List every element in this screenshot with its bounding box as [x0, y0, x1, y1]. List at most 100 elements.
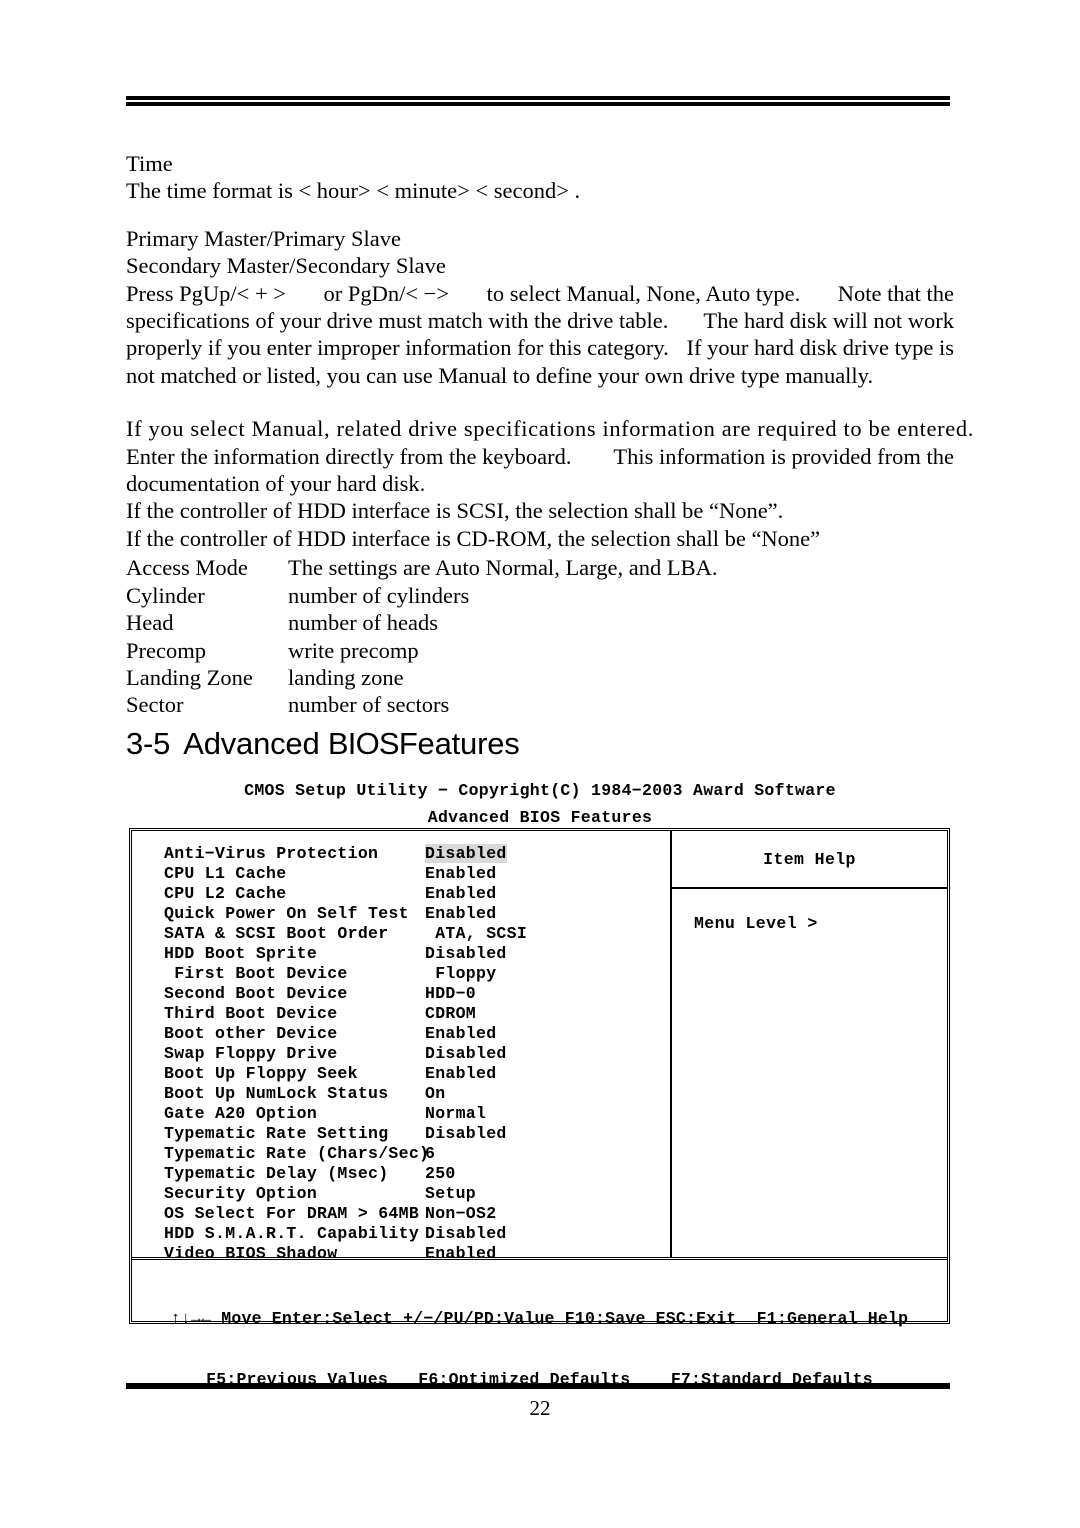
definition-description: write precomp	[288, 637, 419, 663]
definition-term: Cylinder	[126, 582, 205, 608]
bios-setting-row[interactable]: Swap Floppy Drive Disabled	[132, 1044, 670, 1064]
bios-setting-label: Second Boot Device	[164, 984, 348, 1003]
bios-setting-row[interactable]: CPU L2 Cache Enabled	[132, 884, 670, 904]
bios-setting-row[interactable]: Second Boot Device HDD−0	[132, 984, 670, 1004]
bios-setting-row[interactable]: Boot Up NumLock Status On	[132, 1084, 670, 1104]
bios-setting-value[interactable]: Enabled	[425, 1024, 670, 1044]
bios-setting-value[interactable]: Floppy	[425, 964, 670, 984]
bios-screen-body: Anti−Virus Protection Disabled CPU L1 Cach…	[132, 831, 947, 1263]
bios-setting-row[interactable]: Gate A20 Option Normal	[132, 1104, 670, 1124]
section-title-features: Features	[398, 726, 520, 761]
bios-setting-value[interactable]: Enabled	[425, 884, 670, 904]
time-format-line: The time format is < hour> < minute> < s…	[126, 178, 581, 204]
bios-setting-label: OS Select For DRAM > 64MB	[164, 1204, 420, 1223]
bios-setting-row[interactable]: Anti−Virus Protection Disabled	[132, 844, 670, 864]
bios-setting-value[interactable]: Disabled	[425, 1044, 670, 1064]
cdrom-note-line: If the controller of HDD interface is CD…	[126, 525, 821, 551]
page-number: 22	[529, 1396, 551, 1420]
body-prose: Time The time format is < hour> < minute…	[126, 150, 974, 719]
bios-setting-label: Typematic Rate Setting	[164, 1124, 389, 1143]
header-rule	[126, 96, 950, 106]
bios-setting-label: First Boot Device	[164, 964, 348, 983]
bios-setting-row[interactable]: Typematic Rate Setting Disabled	[132, 1124, 670, 1144]
bios-setting-value[interactable]: HDD−0	[425, 984, 670, 1004]
bios-setting-label: Gate A20 Option	[164, 1104, 318, 1123]
bios-setting-row[interactable]: Typematic Rate (Chars/Sec) 6	[132, 1144, 670, 1164]
bios-setting-label: Typematic Rate (Chars/Sec)	[164, 1144, 430, 1163]
section-number: 3-5	[126, 726, 171, 761]
definition-term: Sector	[126, 692, 184, 718]
menu-level-text: Menu Level >	[694, 914, 818, 933]
bios-setting-row[interactable]: Typematic Delay (Msec) 250	[132, 1164, 670, 1184]
bios-setting-label: Boot Up Floppy Seek	[164, 1064, 358, 1083]
definition-row: Head number of heads	[126, 609, 954, 636]
section-heading: 3-5 Advanced BIOSFeatures	[126, 726, 520, 762]
bios-setting-row[interactable]: SATA & SCSI Boot Order ATA, SCSI	[132, 924, 670, 944]
bios-setting-label: Swap Floppy Drive	[164, 1044, 338, 1063]
bios-setting-value[interactable]: Enabled	[425, 1064, 670, 1084]
bios-setting-row[interactable]: HDD Boot Sprite Disabled	[132, 944, 670, 964]
bios-setting-label: CPU L1 Cache	[164, 864, 287, 883]
bios-setting-value[interactable]: CDROM	[425, 1004, 670, 1024]
bios-setting-value[interactable]: Enabled	[425, 864, 670, 884]
bios-setting-row[interactable]: Boot other Device Enabled	[132, 1024, 670, 1044]
bios-help-panel: Item Help Menu Level >	[672, 831, 947, 1257]
definition-term: Access Mode	[126, 555, 248, 581]
bios-setting-row[interactable]: Third Boot Device CDROM	[132, 1004, 670, 1024]
bios-setting-row[interactable]: Boot Up Floppy Seek Enabled	[132, 1064, 670, 1084]
definition-description: number of cylinders	[288, 582, 470, 608]
bios-setting-row[interactable]: Quick Power On Self Test Enabled	[132, 904, 670, 924]
bios-setting-row[interactable]: Security Option Setup	[132, 1184, 670, 1204]
bios-setting-value[interactable]: Disabled	[425, 944, 670, 964]
definition-term: Landing Zone	[126, 664, 253, 690]
bios-setting-value[interactable]: Enabled	[425, 904, 670, 924]
drive-parameter-definition-list: Access Mode The settings are Auto Normal…	[126, 554, 954, 718]
bios-setting-value[interactable]: Normal	[425, 1104, 670, 1124]
paragraph-line: documentation of your hard disk.	[126, 471, 426, 497]
bios-setting-value[interactable]: Non−OS2	[425, 1204, 670, 1224]
bios-setting-value[interactable]: Enabled	[425, 1244, 670, 1264]
bios-setting-value[interactable]: Disabled	[425, 844, 670, 864]
bios-setting-value[interactable]: Disabled	[425, 1224, 670, 1244]
bios-setting-value[interactable]: 6	[425, 1144, 670, 1164]
definition-row: Precomp write precomp	[126, 637, 954, 664]
selected-value-highlight: Disabled	[425, 844, 507, 863]
bios-setting-value[interactable]: Disabled	[425, 1124, 670, 1144]
definition-description: number of sectors	[288, 692, 450, 718]
bios-setting-label: Security Option	[164, 1184, 318, 1203]
bios-setting-value[interactable]: 250	[425, 1164, 670, 1184]
definition-description: number of heads	[288, 610, 438, 636]
bios-setting-label: Boot Up NumLock Status	[164, 1084, 389, 1103]
bios-setting-label: HDD S.M.A.R.T. Capability	[164, 1224, 420, 1243]
paragraph-line: If you select Manual, related drive spec…	[126, 416, 974, 442]
item-help-title: Item Help	[672, 831, 947, 889]
definition-row: Landing Zone landing zone	[126, 664, 954, 691]
bios-setting-label: Anti−Virus Protection	[164, 844, 379, 863]
bios-setting-label: HDD Boot Sprite	[164, 944, 318, 963]
paragraph-line: Press PgUp/< + > or PgDn/< −> to select …	[126, 280, 954, 306]
paragraph-drive-types: Press PgUp/< + > or PgDn/< −> to select …	[126, 280, 954, 390]
paragraph-manual-entry: If you select Manual, related drive spec…	[126, 415, 974, 497]
bios-setting-row[interactable]: HDD S.M.A.R.T. Capability Disabled	[132, 1224, 670, 1244]
bios-setting-label: SATA & SCSI Boot Order	[164, 924, 389, 943]
bios-settings-list: Anti−Virus Protection Disabled CPU L1 Cach…	[132, 831, 672, 1263]
definition-description: landing zone	[288, 664, 404, 690]
paragraph-line: Enter the information directly from the …	[126, 443, 954, 469]
bios-setting-label: Boot other Device	[164, 1024, 338, 1043]
bios-setting-value[interactable]: On	[425, 1084, 670, 1104]
bios-key-legend: ↑↓→← Move Enter:Select +/−/PU/PD:Value F…	[132, 1260, 947, 1389]
bios-setting-value[interactable]: ATA, SCSI	[425, 924, 670, 944]
bios-setting-label: Typematic Delay (Msec)	[164, 1164, 389, 1183]
paragraph-line: properly if you enter improper informati…	[126, 335, 954, 361]
time-heading: Time	[126, 151, 173, 176]
bios-setting-value[interactable]: Setup	[425, 1184, 670, 1204]
bios-setting-row[interactable]: CPU L1 Cache Enabled	[132, 864, 670, 884]
definition-description: The settings are Auto Normal, Large, and…	[288, 555, 718, 581]
bios-setting-row[interactable]: Video BIOS Shadow Enabled	[132, 1244, 670, 1264]
paragraph-line: specifications of your drive must match …	[126, 308, 954, 334]
definition-term: Precomp	[126, 637, 206, 663]
bios-setting-row[interactable]: First Boot Device Floppy	[132, 964, 670, 984]
definition-term: Head	[126, 610, 174, 636]
bios-setting-row[interactable]: OS Select For DRAM > 64MB Non−OS2	[132, 1204, 670, 1224]
footer-rule	[126, 1383, 950, 1389]
